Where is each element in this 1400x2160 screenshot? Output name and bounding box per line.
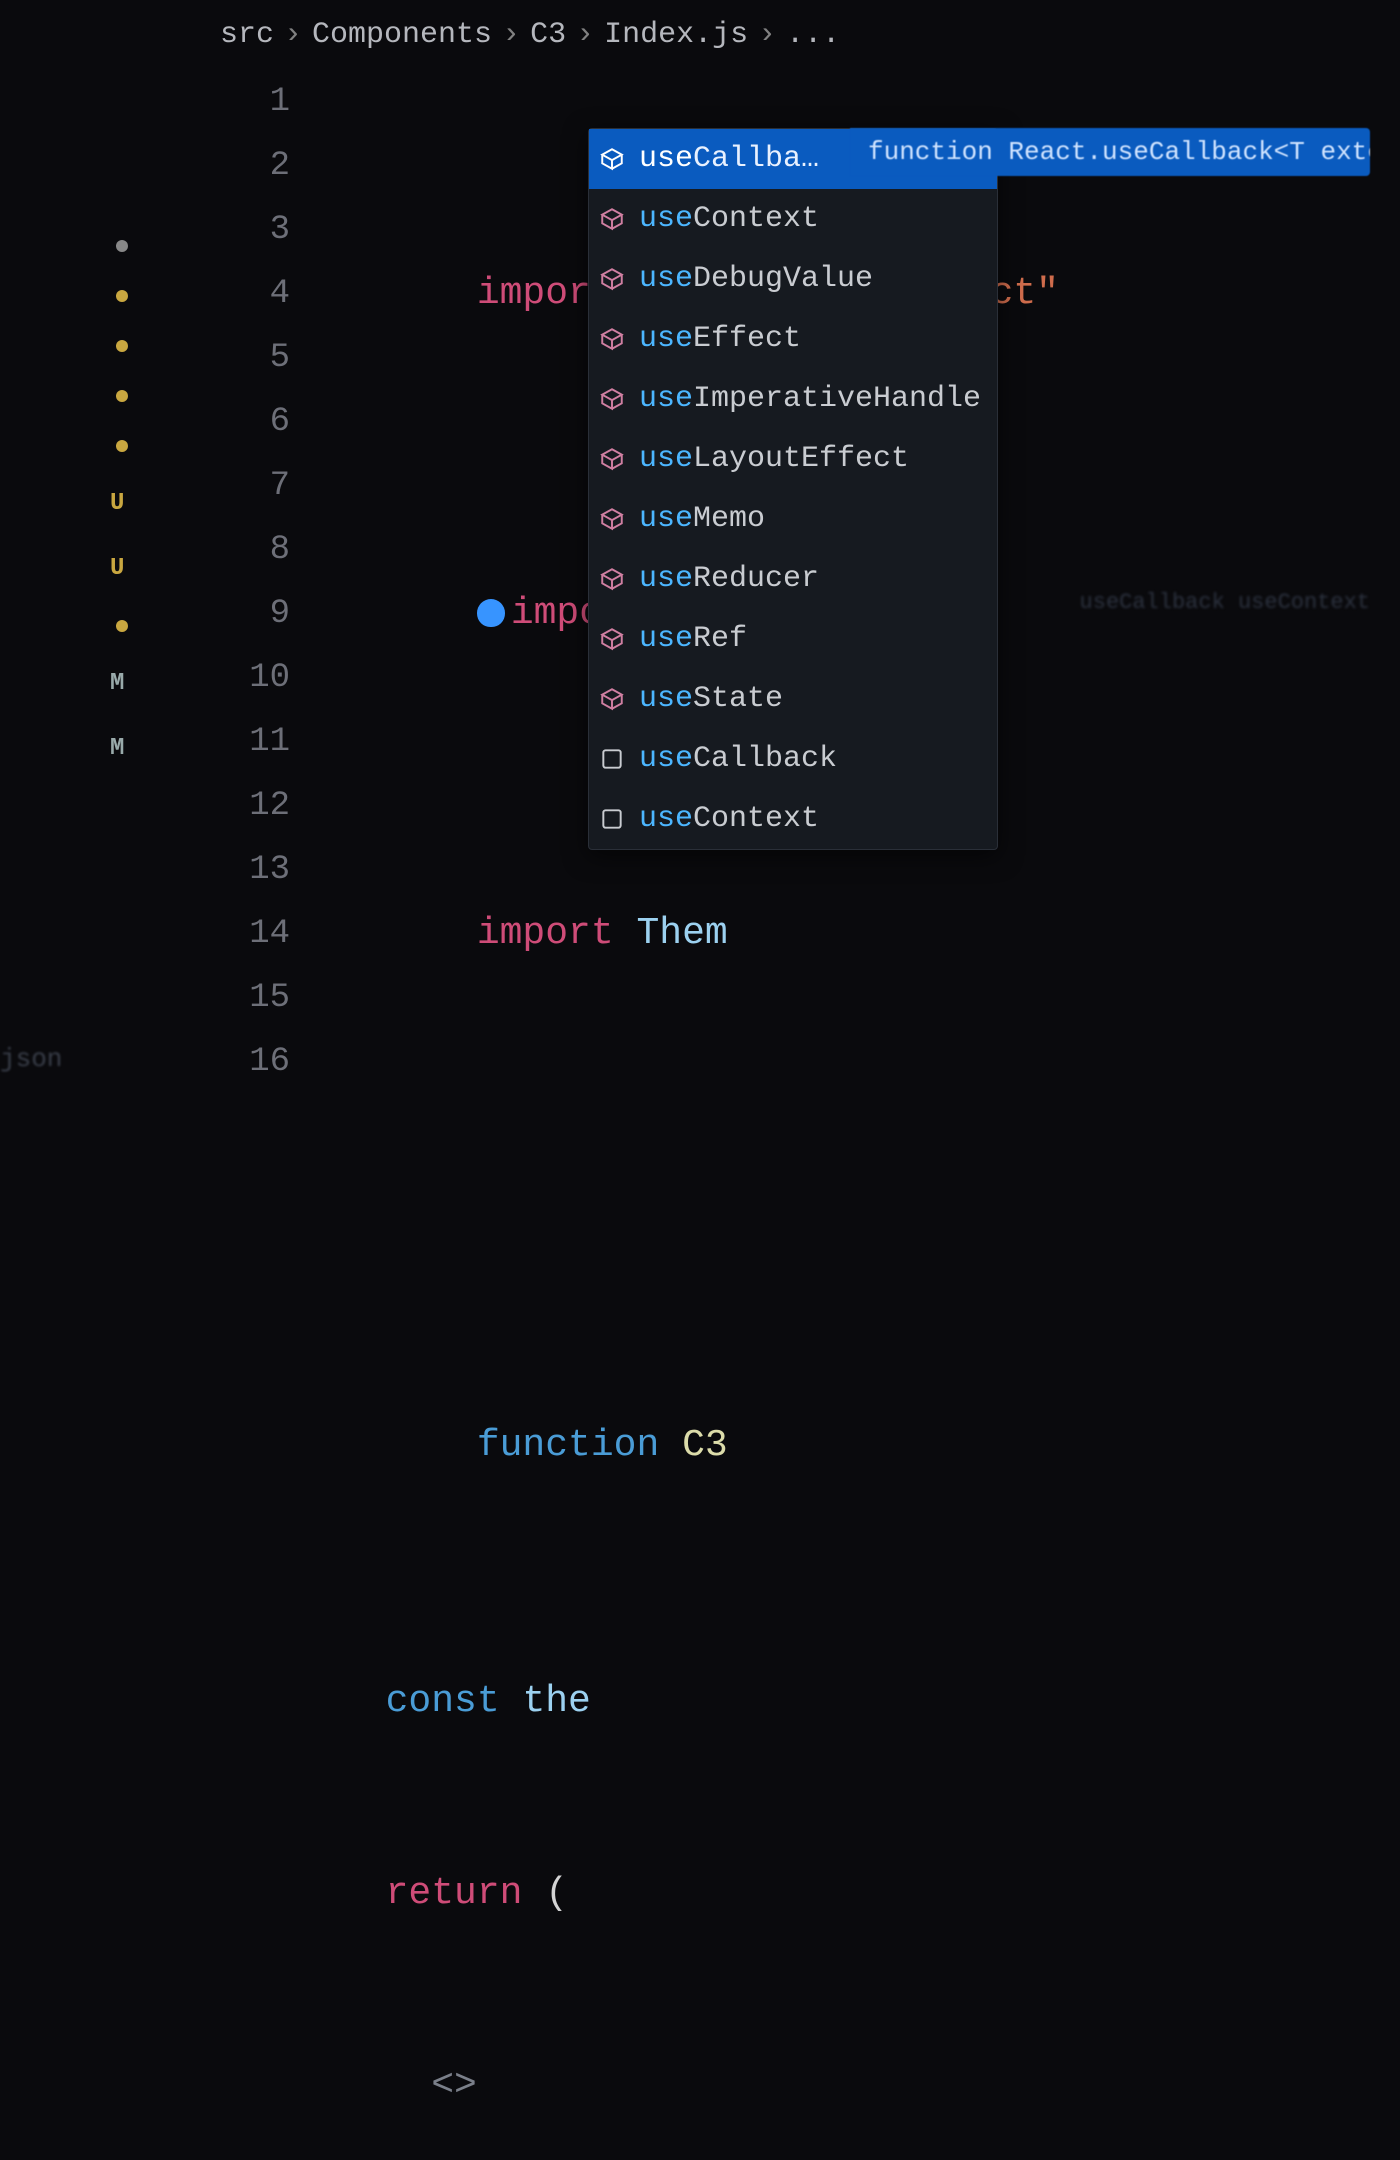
method-icon — [599, 446, 625, 472]
lightbulb-icon[interactable] — [477, 599, 505, 627]
method-icon — [599, 206, 625, 232]
autocomplete-item[interactable]: useImperativeHandle — [589, 369, 997, 429]
autocomplete-label: useReducer — [639, 557, 819, 601]
method-icon — [599, 566, 625, 592]
autocomplete-label: useContext — [639, 197, 819, 241]
method-icon — [599, 266, 625, 292]
git-status-letter: U — [110, 555, 128, 582]
chevron-right-icon: › — [576, 18, 594, 52]
code-editor[interactable]: 1 2 3 4 5 6 7 8 9 10 11 12 13 14 15 16 i… — [230, 70, 276, 262]
modified-dot-icon — [116, 390, 128, 402]
autocomplete-label: useContext — [639, 797, 819, 841]
autocomplete-item[interactable]: useEffect — [589, 309, 997, 369]
modified-dot-icon — [116, 340, 128, 352]
breadcrumb-item[interactable]: C3 — [530, 18, 566, 52]
code-line[interactable]: function C3 — [340, 1350, 1059, 1542]
method-icon — [599, 626, 625, 652]
keyword-return: return — [386, 1872, 523, 1915]
autocomplete-label: useRef — [639, 617, 747, 661]
autocomplete-label: useDebugValue — [639, 257, 873, 301]
autocomplete-item[interactable]: useMemo — [589, 489, 997, 549]
git-status-letter: U — [110, 490, 128, 517]
code-line[interactable]: const the — [340, 1670, 1059, 1734]
autocomplete-item[interactable]: useState — [589, 669, 997, 729]
chevron-right-icon: › — [502, 18, 520, 52]
autocomplete-label: useImperativeHandle — [639, 377, 981, 421]
keyword-function: function — [477, 1424, 659, 1467]
git-status-letter: M — [110, 670, 128, 697]
method-icon — [599, 146, 625, 172]
modified-dot-icon — [116, 440, 128, 452]
minimap-ghost: useCallback useContext — [1080, 580, 1370, 626]
code-line[interactable]: import Them — [340, 838, 1059, 1030]
doc-text: function React.useCallback<T extends… — [868, 137, 1370, 167]
autocomplete-label: useMemo — [639, 497, 765, 541]
autocomplete-item[interactable]: useDebugValue — [589, 249, 997, 309]
snippet-icon — [599, 806, 625, 832]
method-icon — [599, 326, 625, 352]
autocomplete-label: useLayoutEffect — [639, 437, 909, 481]
autocomplete-label: useCallba… — [639, 137, 819, 181]
explorer-markers: U U M M — [110, 240, 128, 762]
chevron-right-icon: › — [284, 18, 302, 52]
status-ghost: json — [0, 1044, 62, 1074]
modified-dot-icon — [116, 290, 128, 302]
code-line[interactable] — [340, 1158, 1059, 1222]
autocomplete-item[interactable]: useReducer — [589, 549, 997, 609]
autocomplete-item[interactable]: useCallback — [589, 729, 997, 789]
breadcrumb-item[interactable]: src — [220, 18, 274, 52]
line-number-gutter: 1 2 3 4 5 6 7 8 9 10 11 12 13 14 15 16 — [230, 70, 290, 1094]
breadcrumb-item[interactable]: Index.js — [604, 18, 748, 52]
breadcrumb-item[interactable]: ... — [786, 18, 840, 52]
chevron-right-icon: › — [758, 18, 776, 52]
autocomplete-doc-panel: function React.useCallback<T extends… — [850, 128, 1370, 176]
function-name: C3 — [682, 1424, 728, 1467]
autocomplete-label: useCallback — [639, 737, 837, 781]
modified-dot-icon — [116, 240, 128, 252]
code-line[interactable]: <> — [340, 2054, 1059, 2118]
autocomplete-item[interactable]: useContext — [589, 789, 997, 849]
keyword-const: const — [386, 1680, 500, 1723]
autocomplete-popup[interactable]: useCallba… useContext useDebugValue useEffe… — [588, 128, 998, 850]
autocomplete-item[interactable]: useLayoutEffect — [589, 429, 997, 489]
breadcrumb[interactable]: src › Components › C3 › Index.js ›... — [220, 18, 840, 52]
method-icon — [599, 386, 625, 412]
code-line[interactable]: return ( — [340, 1862, 1059, 1926]
git-status-letter: M — [110, 735, 128, 762]
snippet-icon — [599, 746, 625, 772]
autocomplete-item[interactable]: useContext — [589, 189, 997, 249]
autocomplete-item[interactable]: useRef — [589, 609, 997, 669]
breadcrumb-item[interactable]: Components — [312, 18, 492, 52]
method-icon — [599, 506, 625, 532]
modified-dot-icon — [116, 620, 128, 632]
method-icon — [599, 686, 625, 712]
autocomplete-label: useState — [639, 677, 783, 721]
autocomplete-label: useEffect — [639, 317, 801, 361]
